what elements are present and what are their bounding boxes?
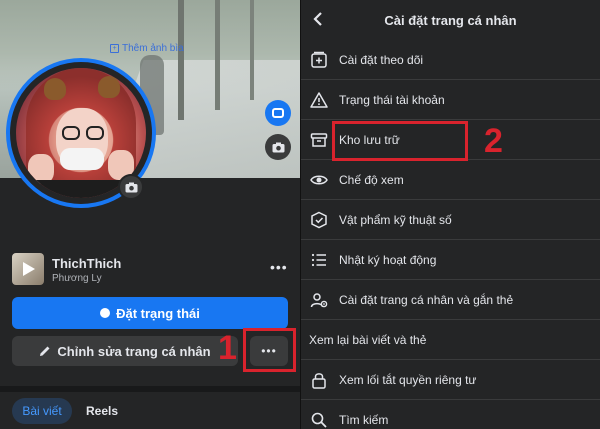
profile-more-icon[interactable]: ••• (270, 259, 288, 275)
menu-item-view-as[interactable]: Chế độ xem (301, 160, 600, 200)
set-status-button[interactable]: Đặt trạng thái (12, 297, 288, 329)
tab-reels[interactable]: Reels (86, 404, 118, 418)
create-story-button[interactable] (265, 100, 291, 126)
menu-item-digital-items[interactable]: Vật phẩm kỹ thuật số (301, 200, 600, 240)
profile-subtitle: Phương Ly (52, 273, 102, 284)
menu-item-privacy-shortcuts[interactable]: Xem lối tắt quyền riêng tư (301, 360, 600, 400)
digital-items-icon (309, 210, 329, 230)
cover-camera-icon[interactable] (265, 134, 291, 160)
menu-item-search[interactable]: Tìm kiếm (301, 400, 600, 429)
highlight-box-step2 (332, 121, 468, 161)
profile-settings-panel: Cài đặt trang cá nhân Cài đặt theo dõi T… (301, 0, 600, 429)
menu-item-review-posts-tags[interactable]: Xem lại bài viết và thẻ (301, 320, 600, 360)
smiley-icon (100, 308, 111, 318)
settings-header: Cài đặt trang cá nhân (301, 0, 600, 40)
highlight-box-step1 (243, 328, 296, 372)
step2-label: 2 (484, 122, 503, 160)
back-arrow-icon[interactable] (313, 11, 323, 27)
add-cover-label: Thêm ảnh bìa (122, 43, 184, 54)
lock-icon (309, 370, 329, 390)
edit-profile-button[interactable]: Chỉnh sửa trang cá nhân (12, 336, 238, 366)
profile-switch-row[interactable]: ThichThich Phương Ly ••• (12, 253, 292, 289)
eye-icon (309, 170, 329, 190)
archive-icon (309, 130, 329, 150)
search-icon (309, 410, 329, 429)
menu-item-profile-tag-settings[interactable]: Cài đặt trang cá nhân và gắn thẻ (301, 280, 600, 320)
follow-settings-icon (309, 50, 329, 70)
profile-tag-settings-icon (309, 290, 329, 310)
avatar-camera-icon[interactable] (118, 174, 144, 200)
menu-item-activity-log[interactable]: Nhật ký hoạt động (301, 240, 600, 280)
section-divider (0, 386, 300, 392)
tab-posts[interactable]: Bài viết (12, 398, 72, 424)
profile-thumbnail (12, 253, 44, 285)
profile-name: ThichThich (52, 256, 122, 271)
story-icon (272, 108, 284, 118)
menu-item-account-status[interactable]: Trạng thái tài khoản (301, 80, 600, 120)
warning-icon (309, 90, 329, 110)
settings-menu: Cài đặt theo dõi Trạng thái tài khoản Kh… (301, 40, 600, 429)
add-cover-photo-link[interactable]: + Thêm ảnh bìa (110, 43, 184, 54)
pencil-icon (40, 346, 50, 356)
play-icon (23, 262, 35, 276)
activity-log-icon (309, 250, 329, 270)
add-photo-icon: + (110, 44, 119, 53)
menu-item-follow-settings[interactable]: Cài đặt theo dõi (301, 40, 600, 80)
page-title: Cài đặt trang cá nhân (384, 12, 517, 28)
step1-label: 1 (218, 329, 237, 367)
